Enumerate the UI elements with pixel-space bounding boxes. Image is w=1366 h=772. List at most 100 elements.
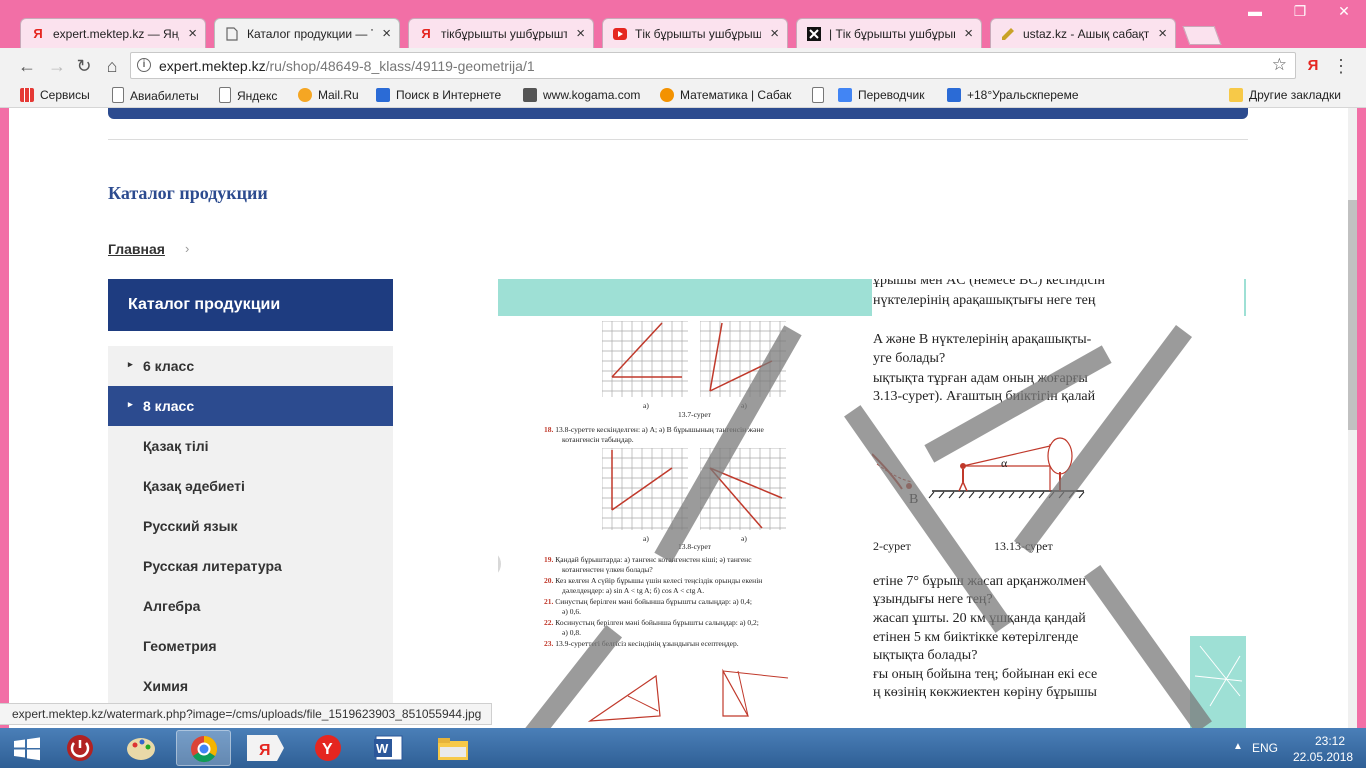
play-icon <box>613 27 627 41</box>
start-button[interactable] <box>0 730 55 766</box>
taskbar-paint[interactable] <box>117 730 172 766</box>
page-content: Каталог продукции Главная › Каталог прод… <box>0 108 1366 728</box>
page-title: Каталог продукции <box>108 183 268 203</box>
bookmark-kogama[interactable]: www.kogama.com <box>523 87 640 104</box>
close-icon[interactable]: × <box>770 25 779 42</box>
sidebar-item-6-class[interactable]: ▸ 6 класс <box>108 346 393 386</box>
yandex-browser-icon: Я <box>247 735 284 761</box>
paint-palette-icon <box>127 738 155 760</box>
book-page-viewer[interactable]: ұрышы мен AC (немесе BC) кесіндісін нүкт… <box>498 279 1246 728</box>
taskbar-yandex-browser[interactable]: Я <box>237 730 292 766</box>
tab-ustaz[interactable]: ustaz.kz - Ашық сабақта × <box>990 18 1176 48</box>
apps-icon <box>20 88 34 102</box>
svg-text:W: W <box>376 741 389 756</box>
close-icon[interactable]: × <box>382 25 391 42</box>
forward-icon[interactable]: → <box>46 55 68 77</box>
tab-search-triangle[interactable]: Я тiкбұрышты ушбұрышты × <box>408 18 594 48</box>
bookmarks-bar: Сервисы Авиабилеты Яндекс Mail.Ru Поиск … <box>0 84 1366 108</box>
kogama-icon <box>523 88 537 102</box>
bookmark-translate[interactable]: Переводчик <box>838 87 925 104</box>
tab-strip: Я expert.mektep.kz — Янде × Каталог прод… <box>0 0 1366 49</box>
tab-catalog[interactable]: Каталог продукции — Тi × <box>214 18 400 49</box>
close-icon[interactable]: × <box>964 25 973 42</box>
tray-chevron-up-icon[interactable]: ▲ <box>1233 741 1243 752</box>
mailru-icon <box>298 88 312 102</box>
bookmark-services[interactable]: Сервисы <box>20 87 90 104</box>
bookmark-matematika[interactable]: Математика | Сабак <box>660 87 791 104</box>
tab-label: | Тiк бұрышты ушбұрыш <box>829 27 955 41</box>
bookmark-other[interactable]: Другие закладки <box>1229 87 1341 104</box>
restore-icon[interactable]: ❐ <box>1286 2 1314 20</box>
sidebar-item-algebra[interactable]: Алгебра <box>108 586 393 626</box>
yandex-icon: Я <box>33 26 43 41</box>
bookmark-yandex[interactable]: Яндекс <box>219 87 277 104</box>
divider <box>108 139 1248 140</box>
sidebar-item-geometry[interactable]: Геометрия <box>108 626 393 666</box>
sidebar-item-russian-language[interactable]: Русский язык <box>108 506 393 546</box>
home-icon[interactable]: ⌂ <box>101 55 123 77</box>
sidebar-item-kazakh-language[interactable]: Қазақ тілі <box>108 426 393 466</box>
windows-logo-icon <box>14 737 40 761</box>
bookmark-weather[interactable]: +18°Уральскпереме <box>947 87 1082 104</box>
reload-icon[interactable]: ↻ <box>73 55 95 77</box>
taskbar-explorer[interactable] <box>424 730 479 766</box>
pencil-icon <box>1001 27 1015 41</box>
chrome-icon <box>191 735 218 763</box>
page-icon <box>812 87 824 103</box>
sidebar-title: Каталог продукции <box>108 279 393 331</box>
tab-label: ustaz.kz - Ашық сабақта <box>1023 27 1149 41</box>
close-icon[interactable]: × <box>1158 25 1167 42</box>
url-host: expert.mektep.kz <box>159 58 266 74</box>
taskbar-chrome[interactable] <box>176 730 231 766</box>
windows-taskbar: Я Y W ▲ ENG 23:12 22.05.2018 <box>0 728 1366 768</box>
caret-right-icon: ▸ <box>128 399 133 409</box>
browser-toolbar: ← → ↻ ⌂ i expert.mektep.kz/ru/shop/48649… <box>0 48 1366 84</box>
tab-video[interactable]: Тiк бұрышты ушбұрыште × <box>602 18 788 48</box>
sidebar-item-kazakh-literature[interactable]: Қазақ әдебиеті <box>108 466 393 506</box>
bookmark-blank[interactable] <box>812 87 830 104</box>
status-url: expert.mektep.kz/watermark.php?image=/cm… <box>0 703 493 725</box>
yandex-extension-icon[interactable]: Я <box>1302 55 1324 77</box>
bookmark-aviabilety[interactable]: Авиабилеты <box>112 87 199 104</box>
yandex-icon: Я <box>421 26 431 41</box>
taskbar-shutdown[interactable] <box>58 730 113 766</box>
tab-label: Каталог продукции — Тi <box>247 27 373 41</box>
tab-expert-yandex[interactable]: Я expert.mektep.kz — Янде × <box>20 18 206 48</box>
tray-language[interactable]: ENG <box>1252 741 1278 755</box>
sidebar-item-8-class[interactable]: ▸ 8 класс <box>108 386 393 426</box>
svg-text:Я: Я <box>259 742 271 759</box>
new-tab-button[interactable] <box>1182 26 1222 45</box>
power-icon <box>67 735 93 761</box>
tab-label: Тiк бұрышты ушбұрыште <box>635 27 761 41</box>
info-icon[interactable]: i <box>137 58 151 72</box>
address-bar[interactable]: i expert.mektep.kz/ru/shop/48649-8_klass… <box>130 52 1296 79</box>
taskbar-yandex[interactable]: Y <box>298 730 353 766</box>
folder-icon <box>438 738 468 760</box>
info-icon <box>660 88 674 102</box>
x-icon <box>807 27 821 41</box>
svg-text:Y: Y <box>322 741 333 758</box>
close-icon[interactable]: × <box>576 25 585 42</box>
chevron-right-icon: › <box>185 241 190 256</box>
bookmark-star-icon[interactable]: ☆ <box>1272 55 1287 75</box>
taskbar-word[interactable]: W <box>360 730 415 766</box>
bookmark-mailru[interactable]: Mail.Ru <box>298 87 359 104</box>
tray-time[interactable]: 23:12 <box>1305 734 1355 748</box>
caret-right-icon: ▸ <box>128 359 133 369</box>
sidebar-item-russian-literature[interactable]: Русская литература <box>108 546 393 586</box>
sidebar-item-chemistry[interactable]: Химия <box>108 666 393 706</box>
watermark <box>525 325 1212 728</box>
menu-dots-icon[interactable]: ⋮ <box>1330 55 1352 77</box>
site-nav-bar <box>108 108 1248 119</box>
tab-label: тiкбұрышты ушбұрышты <box>441 27 567 41</box>
tab-article[interactable]: | Тiк бұрышты ушбұрыш × <box>796 18 982 48</box>
breadcrumb-home[interactable]: Главная <box>108 241 165 257</box>
minimize-icon[interactable]: ▬ <box>1241 2 1269 20</box>
close-window-icon[interactable]: ✕ <box>1330 2 1358 20</box>
bookmark-search[interactable]: Поиск в Интернете <box>376 87 501 104</box>
translate-icon <box>838 88 852 102</box>
scrollbar-thumb[interactable] <box>1348 200 1357 430</box>
tray-date[interactable]: 22.05.2018 <box>1293 750 1353 764</box>
back-icon[interactable]: ← <box>16 55 38 77</box>
close-icon[interactable]: × <box>188 25 197 42</box>
